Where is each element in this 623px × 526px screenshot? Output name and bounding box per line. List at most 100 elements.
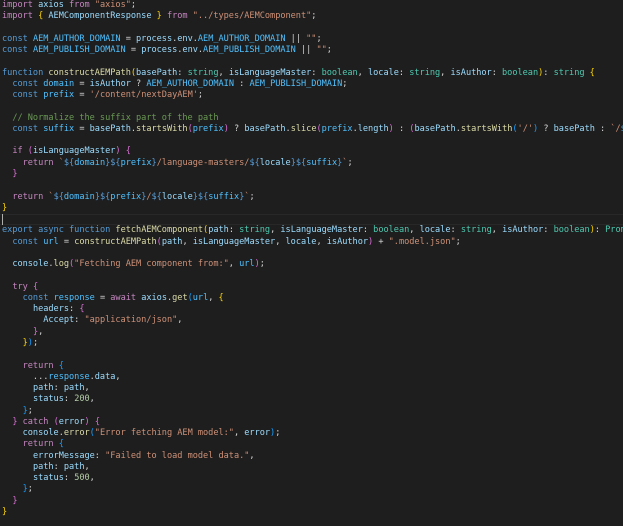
code-token: { [218,292,224,303]
code-line[interactable]: path: path, [2,383,623,394]
code-token: ; [259,259,265,270]
code-line[interactable]: const domain = isAuthor ? AEM_AUTHOR_DOM… [2,79,623,90]
code-line[interactable]: console.error("Error fetching AEM model:… [2,428,623,439]
code-line[interactable]: import { AEMComponentResponse } from "..… [2,11,623,22]
code-token: , [440,67,451,78]
code-token: { [58,360,64,371]
code-line[interactable]: const response = await axios.get(url, { [2,293,623,304]
code-content[interactable]: import axios from "axios"; import { AEMCo… [2,0,623,518]
code-line[interactable]: const AEM_AUTHOR_DOMAIN = process.env.AE… [2,34,623,45]
code-token: { [94,416,100,427]
code-line[interactable]: }, [2,327,623,338]
code-token: startsWith [136,123,188,134]
code-line[interactable]: }; [2,484,623,495]
code-token: "Failed to load model data." [105,450,250,461]
code-line[interactable]: ​ [2,180,623,191]
code-token: AEM_AUTHOR_DOMAIN [146,78,234,89]
code-token: : [53,461,64,472]
code-token: "Error fetching AEM model:" [94,428,234,439]
code-token: prefix [192,123,224,134]
code-token: } [12,495,18,506]
code-line[interactable]: ​ [2,248,623,259]
code-token: : [69,304,80,315]
code-line[interactable]: const AEM_PUBLISH_DOMAIN = process.env.A… [2,45,623,56]
code-token: : [491,67,503,78]
code-token: ; [455,236,461,247]
code-token: response [48,371,90,382]
code-token: : [362,225,374,236]
code-line[interactable]: return `${domain}${prefix}/language-mast… [2,158,623,169]
code-line[interactable]: } [2,169,623,180]
code-line[interactable]: const suffix = basePath.startsWith(prefi… [2,124,623,135]
code-line[interactable]: ​ [2,135,623,146]
code-token: , [84,461,90,472]
code-token: const [12,90,39,101]
code-line[interactable]: status: 200, [2,394,623,405]
code-token: '/content/nextDayAEM' [89,90,198,101]
code-line[interactable]: return { [2,439,623,450]
code-token: { [125,146,131,157]
code-line[interactable]: import axios from "axios"; [2,0,623,11]
code-line[interactable]: return { [2,361,623,372]
code-token: "axios" [94,0,131,10]
code-line[interactable]: }); [2,338,623,349]
code-line[interactable]: ​ [2,56,623,67]
code-token: ; [249,191,255,202]
code-line[interactable]: if (isLanguageMaster) { [2,146,623,157]
code-token: { [589,67,595,78]
code-line[interactable]: ​ [2,23,623,34]
code-line[interactable]: } [2,507,623,518]
code-line[interactable]: }; [2,406,623,417]
code-token: = [74,90,90,101]
code-line[interactable]: console.log("Fetching AEM component from… [2,259,623,270]
code-token: = [74,123,90,134]
code-token: ${ [151,191,162,202]
code-line[interactable]: // Normalize the suffix part of the path [2,113,623,124]
code-token: async [38,225,64,236]
code-token: suffix [208,191,240,202]
code-token: ? [538,123,554,134]
code-line[interactable]: const prefix = '/content/nextDayAEM'; [2,90,623,101]
code-line[interactable]: ​ [2,214,623,225]
code-token: /language-masters/ [156,157,250,168]
code-line[interactable]: } catch (error) { [2,417,623,428]
code-token: ; [275,428,281,439]
code-line[interactable]: try { [2,282,623,293]
code-line[interactable]: export async function fetchAEMComponent(… [2,225,623,236]
code-line[interactable]: function constructAEMPath(basePath: stri… [2,68,623,79]
code-token: { [58,439,64,450]
code-line[interactable]: headers: { [2,304,623,315]
code-line[interactable]: Accept: "application/json", [2,315,623,326]
code-editor[interactable]: import axios from "axios"; import { AEMCo… [0,0,623,526]
code-line[interactable]: status: 500, [2,473,623,484]
code-line[interactable]: } [2,496,623,507]
code-token: process [136,33,173,44]
code-token: ; [311,11,317,22]
code-token: "Fetching AEM component from:" [74,259,229,270]
code-token: : [543,225,554,236]
code-token: prefix [110,191,142,202]
code-token: url [192,292,209,303]
code-token: }${ [105,157,121,168]
code-line[interactable]: ​ [2,270,623,281]
code-token: string [553,67,585,78]
code-line[interactable]: ​ [2,101,623,112]
code-line[interactable]: path: path, [2,462,623,473]
code-line[interactable]: errorMessage: "Failed to load model data… [2,451,623,462]
code-token: const [2,33,28,44]
code-line[interactable]: ​ [2,349,623,360]
code-token: error [58,416,85,427]
code-token: path [63,383,85,394]
code-line[interactable]: const url = constructAEMPath(path, isLan… [2,237,623,248]
code-line[interactable]: } [2,203,623,214]
code-line[interactable]: ...response.data, [2,372,623,383]
code-line[interactable]: return `${domain}${prefix}/${locale}${su… [2,192,623,203]
